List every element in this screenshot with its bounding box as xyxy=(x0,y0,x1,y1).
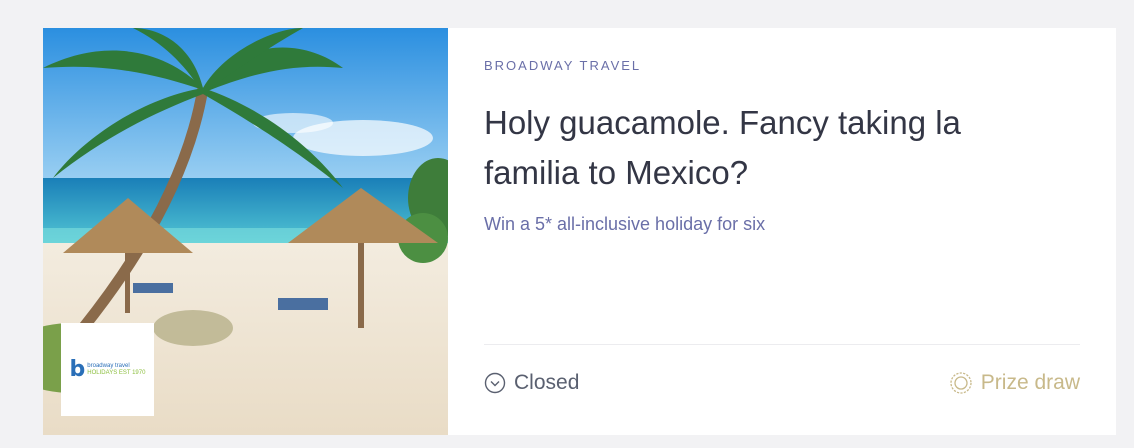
prize-label: Prize draw xyxy=(980,371,1080,394)
card-footer: Closed Prize draw xyxy=(484,368,1080,398)
logo-line-2: HOLIDAYS EST 1970 xyxy=(87,369,146,376)
status-label: Closed xyxy=(514,371,580,394)
brand-logo: b broadway travel HOLIDAYS EST 1970 xyxy=(61,323,154,416)
logo-mark: b xyxy=(69,356,86,382)
card-content: BROADWAY TRAVEL Holy guacamole. Fancy ta… xyxy=(448,28,1116,435)
brand-name: BROADWAY TRAVEL xyxy=(484,58,642,73)
chevron-down-circle-icon xyxy=(484,372,506,394)
prize-badge-icon xyxy=(949,371,973,395)
card-headline[interactable]: Holy guacamole. Fancy taking la familia … xyxy=(484,98,1044,198)
card-subline: Win a 5* all-inclusive holiday for six xyxy=(484,214,766,234)
card-image: b broadway travel HOLIDAYS EST 1970 xyxy=(43,28,448,435)
logo-line-1: broadway travel xyxy=(87,362,130,369)
status-indicator: Closed xyxy=(484,371,579,395)
divider xyxy=(484,344,1080,345)
competition-card[interactable]: b broadway travel HOLIDAYS EST 1970 BROA… xyxy=(43,28,1116,435)
prize-type: Prize draw xyxy=(949,371,1080,395)
